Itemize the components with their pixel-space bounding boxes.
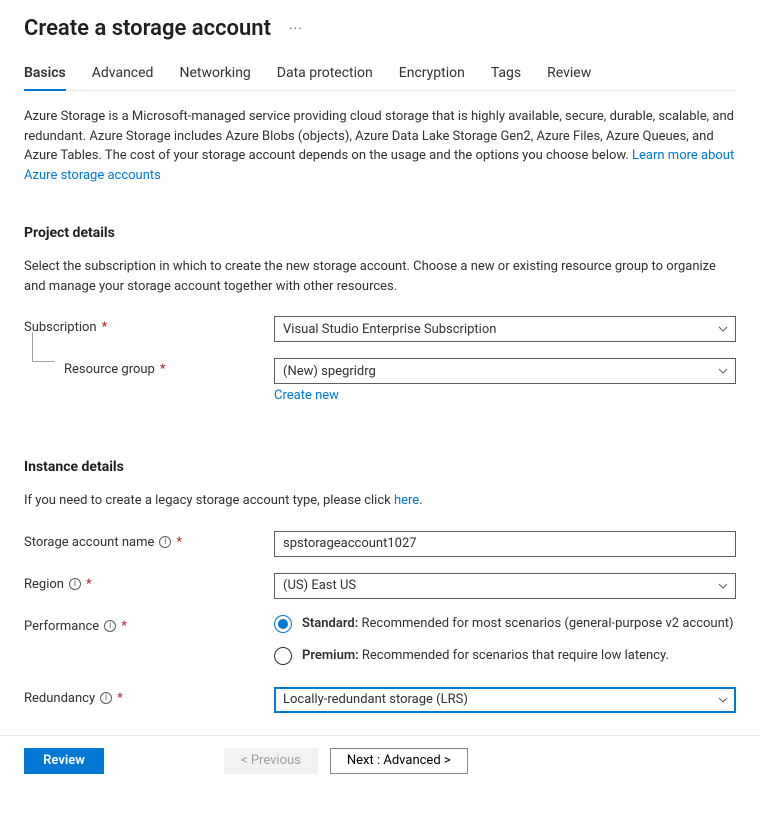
tab-data-protection[interactable]: Data protection: [277, 59, 373, 91]
intro-text: Azure Storage is a Microsoft-managed ser…: [24, 107, 736, 185]
overflow-menu-icon[interactable]: ···: [289, 21, 303, 37]
radio-standard[interactable]: Standard: Recommended for most scenarios…: [274, 615, 736, 633]
label-redundancy: Redundancy: [24, 691, 95, 706]
radio-icon: [274, 615, 292, 633]
label-performance: Performance: [24, 619, 99, 634]
required-marker: *: [86, 577, 92, 592]
intro-body: Azure Storage is a Microsoft-managed ser…: [24, 109, 734, 163]
radio-standard-title: Standard:: [302, 616, 358, 631]
subscription-select[interactable]: [274, 316, 736, 342]
row-storage-name: Storage account name i *: [24, 531, 736, 557]
info-icon[interactable]: i: [104, 620, 116, 632]
required-marker: *: [160, 362, 166, 377]
radio-premium[interactable]: Premium: Recommended for scenarios that …: [274, 647, 736, 665]
resource-group-select[interactable]: [274, 358, 736, 384]
required-marker: *: [102, 320, 108, 335]
create-new-link[interactable]: Create new: [274, 388, 339, 403]
footer-buttons: Review < Previous Next : Advanced >: [24, 748, 736, 774]
section-instance-details-heading: Instance details: [24, 459, 736, 475]
section-project-details-heading: Project details: [24, 225, 736, 241]
info-icon[interactable]: i: [159, 536, 171, 548]
legacy-text-body: If you need to create a legacy storage a…: [24, 493, 394, 508]
required-marker: *: [121, 619, 127, 634]
tab-encryption[interactable]: Encryption: [399, 59, 465, 91]
title-row: Create a storage account ···: [24, 16, 736, 41]
info-icon[interactable]: i: [100, 692, 112, 704]
tabs: Basics Advanced Networking Data protecti…: [24, 59, 736, 91]
footer-divider: [0, 735, 760, 736]
tab-review[interactable]: Review: [547, 59, 591, 91]
hierarchy-line: [32, 332, 54, 362]
review-button[interactable]: Review: [24, 748, 104, 774]
required-marker: *: [176, 535, 182, 550]
radio-standard-desc: Recommended for most scenarios (general-…: [358, 616, 733, 631]
performance-radio-group: Standard: Recommended for most scenarios…: [274, 615, 736, 665]
previous-button: < Previous: [224, 748, 318, 774]
storage-account-name-input[interactable]: [274, 531, 736, 557]
page-title: Create a storage account: [24, 16, 271, 41]
tab-advanced[interactable]: Advanced: [92, 59, 154, 91]
radio-icon: [274, 647, 292, 665]
required-marker: *: [117, 691, 123, 706]
row-resource-group: Resource group * Create new: [24, 358, 736, 403]
tab-basics[interactable]: Basics: [24, 59, 66, 91]
section-project-details-desc: Select the subscription in which to crea…: [24, 257, 736, 296]
next-button[interactable]: Next : Advanced >: [330, 748, 468, 774]
radio-premium-desc: Recommended for scenarios that require l…: [359, 648, 669, 663]
row-subscription: Subscription *: [24, 316, 736, 342]
info-icon[interactable]: i: [69, 578, 81, 590]
row-redundancy: Redundancy i *: [24, 687, 736, 713]
tab-networking[interactable]: Networking: [179, 59, 250, 91]
label-resource-group: Resource group: [64, 362, 155, 377]
row-region: Region i *: [24, 573, 736, 599]
legacy-text: If you need to create a legacy storage a…: [24, 491, 736, 511]
legacy-link[interactable]: here: [394, 493, 419, 508]
radio-premium-title: Premium:: [302, 648, 359, 663]
label-region: Region: [24, 577, 64, 592]
tab-tags[interactable]: Tags: [491, 59, 521, 91]
label-storage-name: Storage account name: [24, 535, 154, 550]
region-select[interactable]: [274, 573, 736, 599]
row-performance: Performance i * Standard: Recommended fo…: [24, 615, 736, 665]
redundancy-select[interactable]: [274, 687, 736, 713]
